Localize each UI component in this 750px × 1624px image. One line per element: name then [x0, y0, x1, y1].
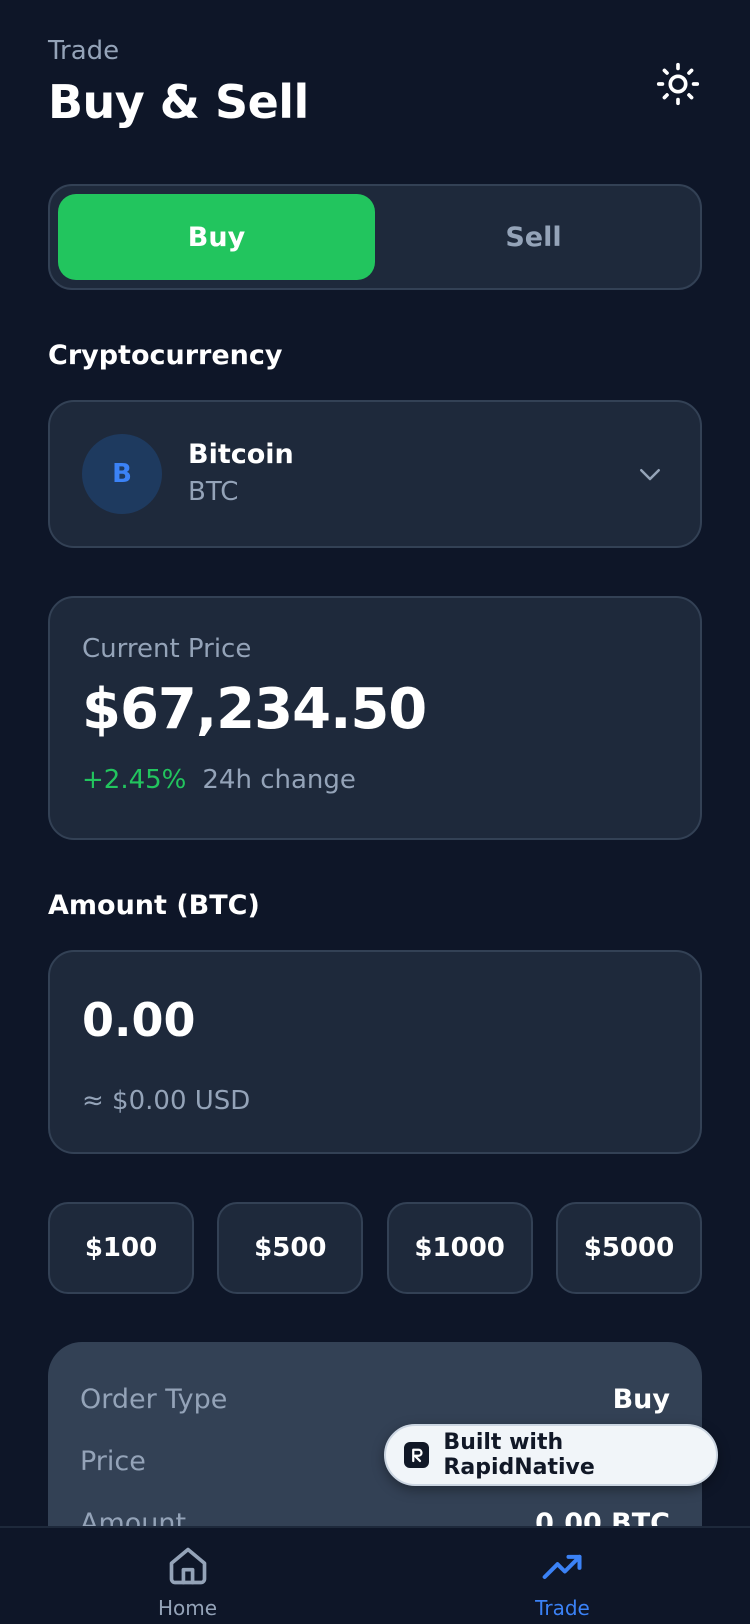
sun-icon: [656, 62, 700, 106]
cryptocurrency-select[interactable]: B Bitcoin BTC: [48, 400, 702, 548]
theme-toggle-button[interactable]: [654, 60, 702, 108]
badge-label: Built with RapidNative: [443, 1430, 595, 1480]
trending-up-icon: [542, 1554, 582, 1580]
coin-avatar: B: [82, 434, 162, 514]
page-eyebrow: Trade: [48, 36, 120, 66]
change-percent: +2.45%: [82, 765, 187, 795]
buy-tab[interactable]: Buy: [58, 194, 375, 280]
built-with-badge[interactable]: Built with RapidNative: [384, 1424, 718, 1486]
tab-home[interactable]: Home: [0, 1528, 375, 1624]
amount-input-card[interactable]: 0.00 ≈ $0.00 USD: [48, 950, 702, 1154]
header: Trade Buy & Sell: [48, 34, 309, 132]
buy-sell-toggle: Buy Sell: [48, 184, 702, 290]
quick-amount-buttons: $100 $500 $1000 $5000: [48, 1202, 702, 1294]
current-price-value: $67,234.50: [82, 677, 427, 742]
quick-amount-500-button[interactable]: $500: [217, 1202, 364, 1294]
amount-label: Amount (BTC): [48, 890, 260, 921]
cryptocurrency-label: Cryptocurrency: [48, 340, 283, 371]
amount-usd-equivalent: ≈ $0.00 USD: [82, 1086, 251, 1116]
summary-row-order-type: Order Type Buy: [80, 1368, 670, 1430]
quick-amount-100-button[interactable]: $100: [48, 1202, 194, 1294]
change-label: 24h change: [202, 765, 356, 795]
tab-home-label: Home: [157, 1596, 218, 1620]
home-icon: [169, 1547, 206, 1585]
quick-amount-1000-button[interactable]: $1000: [386, 1202, 533, 1294]
summary-value: Buy: [612, 1383, 670, 1415]
trade-screen: Trade Buy & Sell Buy Sell Cryptocurrency…: [0, 0, 750, 1624]
chevron-down-icon: [632, 456, 668, 492]
tab-trade-label: Trade: [535, 1596, 590, 1620]
rapidnative-logo-icon: [404, 1442, 430, 1468]
summary-key: Price: [80, 1445, 146, 1477]
tab-trade[interactable]: Trade: [375, 1528, 750, 1624]
coin-name: Bitcoin: [188, 439, 294, 470]
page-title: Buy & Sell: [48, 75, 309, 129]
quick-amount-5000-button[interactable]: $5000: [555, 1202, 702, 1294]
price-change: +2.45% 24h change: [82, 762, 668, 798]
summary-key: Order Type: [80, 1383, 228, 1415]
coin-symbol: BTC: [188, 477, 239, 507]
current-price-card: Current Price $67,234.50 +2.45% 24h chan…: [48, 596, 702, 840]
amount-input[interactable]: 0.00: [82, 988, 668, 1052]
coin-info: Bitcoin BTC: [188, 437, 632, 511]
current-price-label: Current Price: [82, 634, 252, 664]
sell-tab[interactable]: Sell: [375, 194, 692, 280]
bottom-tab-bar: Home Trade: [0, 1526, 750, 1624]
